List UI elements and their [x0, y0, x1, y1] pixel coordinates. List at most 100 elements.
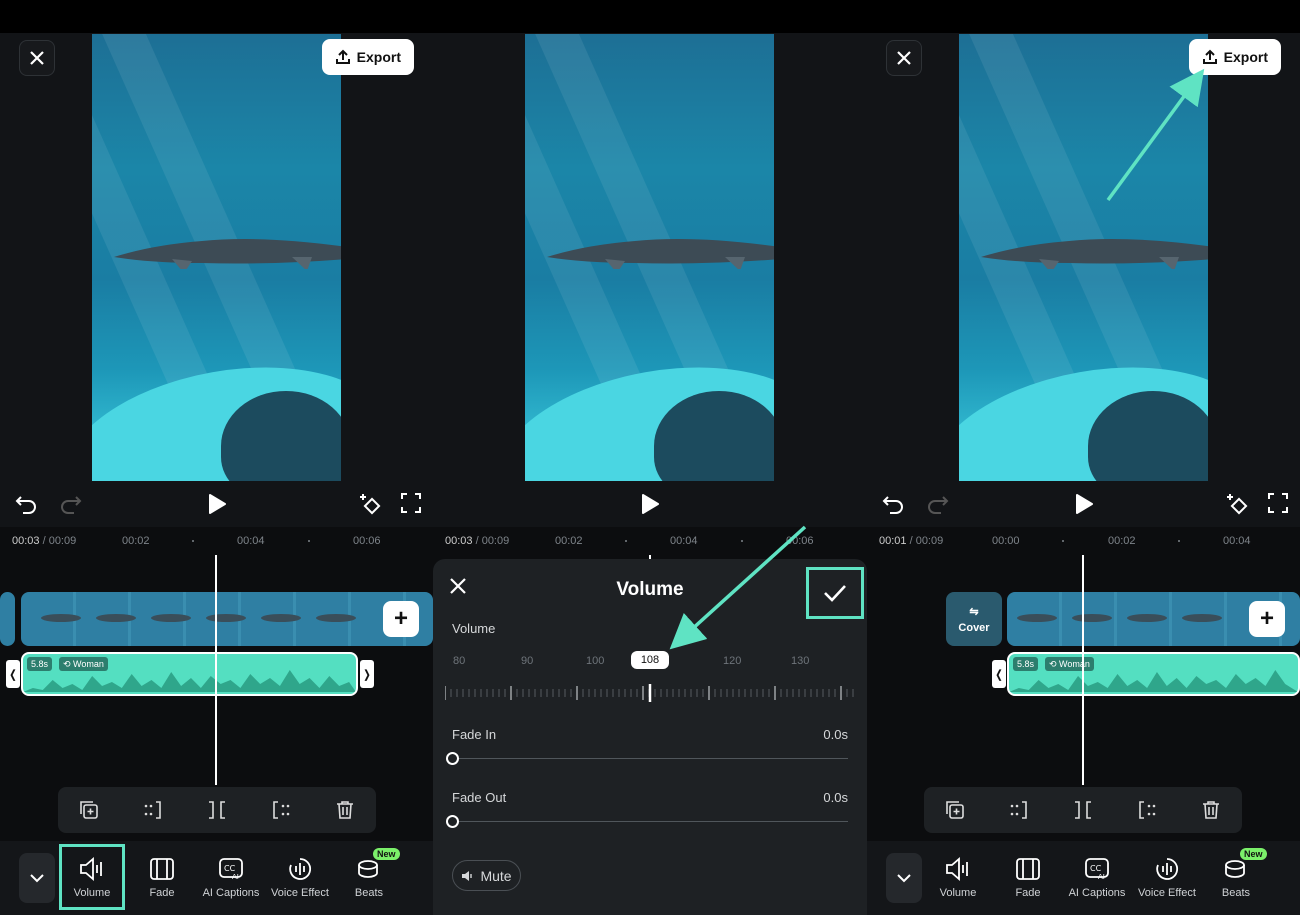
close-button[interactable]	[19, 40, 55, 76]
fade-in-value: 0.0s	[823, 727, 848, 742]
undo-button[interactable]	[15, 494, 37, 514]
audio-clip-selected[interactable]: 5.8s ⟲ Woman	[1007, 652, 1300, 696]
fade-out-label: Fade Out	[452, 790, 507, 805]
fullscreen-button[interactable]	[1268, 493, 1288, 513]
scale-label: 120	[723, 655, 742, 667]
tool-volume[interactable]: Volume	[59, 844, 125, 910]
toolbar: Volume Fade CC AI AI Captions Voice Effec…	[867, 841, 1300, 915]
editor-panel-3: Export 00:01 / 00:09 00:00 00:02 00:04 ⇋…	[867, 33, 1300, 915]
scale-label: 100	[586, 655, 605, 667]
trim-handle-right[interactable]: ❭	[360, 660, 374, 688]
volume-ruler-slider[interactable]	[445, 684, 855, 702]
undo-button[interactable]	[882, 494, 904, 514]
fade-in-knob[interactable]	[446, 752, 459, 765]
tool-voice-effect[interactable]: Voice Effect	[268, 853, 332, 909]
tick-label: 00:02	[1108, 535, 1136, 547]
time-readout: 00:03 / 00:09	[445, 535, 510, 547]
volume-sheet: Volume Volume 80 90 100 120 130 108 Fade…	[433, 559, 867, 915]
tool-voice-effect[interactable]: Voice Effect	[1135, 853, 1199, 909]
redo-icon	[928, 496, 949, 514]
close-icon	[897, 51, 911, 65]
playhead[interactable]	[215, 555, 217, 785]
keyframe-add-icon	[360, 494, 381, 515]
chevron-down-icon	[30, 874, 44, 883]
delete-icon[interactable]	[1201, 800, 1221, 820]
toolbar: Volume Fade CC AI AI Captions Voice Effec…	[0, 841, 433, 915]
export-label: Export	[1223, 49, 1268, 65]
voice-effect-icon	[1156, 858, 1179, 880]
close-icon	[30, 51, 44, 65]
play-button[interactable]	[1074, 493, 1094, 515]
close-button[interactable]	[886, 40, 922, 76]
collapse-toolbar-button[interactable]	[886, 853, 922, 903]
mute-button[interactable]: Mute	[452, 860, 521, 891]
keyframe-button[interactable]	[1226, 493, 1250, 517]
tool-beats[interactable]: Beats	[1204, 853, 1268, 909]
redo-button[interactable]	[927, 494, 949, 514]
video-preview	[92, 34, 341, 481]
export-button[interactable]: Export	[1188, 39, 1281, 75]
confirm-button[interactable]	[806, 567, 864, 619]
duplicate-icon[interactable]	[945, 800, 965, 820]
split-icon[interactable]	[1072, 800, 1094, 820]
audio-clip-selected[interactable]: 5.8s ⟲ Woman	[21, 652, 358, 696]
collapse-toolbar-button[interactable]	[19, 853, 55, 903]
tick-label: 00:04	[670, 535, 698, 547]
split-left-icon[interactable]	[1008, 800, 1030, 820]
keyframe-button[interactable]	[359, 493, 383, 517]
fade-in-slider[interactable]	[452, 758, 848, 759]
video-preview	[525, 34, 774, 481]
volume-icon	[80, 857, 102, 881]
waveform	[23, 670, 356, 692]
redo-icon	[61, 496, 82, 514]
export-button[interactable]: Export	[321, 39, 414, 75]
tick-label: 00:02	[122, 535, 150, 547]
video-clip-prev[interactable]	[0, 592, 15, 646]
split-left-icon[interactable]	[142, 800, 164, 820]
tick-label: 00:02	[555, 535, 583, 547]
fullscreen-icon	[401, 493, 421, 513]
play-button[interactable]	[640, 493, 660, 515]
add-clip-button[interactable]: +	[383, 601, 419, 637]
time-readout: 00:03 / 00:09	[12, 535, 77, 547]
add-clip-button[interactable]: +	[1249, 601, 1285, 637]
duplicate-icon[interactable]	[79, 800, 99, 820]
beats-icon	[358, 860, 378, 878]
new-badge: New	[373, 848, 400, 860]
tool-volume[interactable]: Volume	[926, 853, 990, 909]
trim-handle-left[interactable]: ❬	[992, 660, 1006, 688]
upload-icon	[335, 49, 350, 64]
fade-out-knob[interactable]	[446, 815, 459, 828]
play-button[interactable]	[207, 493, 227, 515]
ai-captions-icon: CCAI	[219, 858, 243, 881]
playhead[interactable]	[1082, 555, 1084, 785]
chevron-down-icon	[897, 874, 911, 883]
tool-fade[interactable]: Fade	[996, 853, 1060, 909]
trim-handle-left[interactable]: ❬	[6, 660, 20, 688]
tick-label: 00:06	[786, 535, 814, 547]
tool-beats[interactable]: Beats	[337, 853, 401, 909]
scale-label: 130	[791, 655, 810, 667]
split-right-icon[interactable]	[270, 800, 292, 820]
tick-label: 00:04	[1223, 535, 1251, 547]
cover-button[interactable]: ⇋ Cover	[946, 592, 1002, 646]
tool-ai-captions[interactable]: CC AI AI Captions	[1065, 853, 1129, 909]
fade-out-slider[interactable]	[452, 821, 848, 822]
play-icon	[1076, 494, 1093, 514]
split-right-icon[interactable]	[1136, 800, 1158, 820]
tool-fade[interactable]: Fade	[130, 853, 194, 909]
timeline[interactable]: 00:03 / 00:09 00:02 00:04 00:06 + ❬ 5.8s…	[0, 527, 433, 847]
clip-edit-bar	[58, 787, 376, 833]
redo-button[interactable]	[60, 494, 82, 514]
upload-icon	[1202, 49, 1217, 64]
editor-panel-1: Export 00:03 / 00:09 00:02 00:04 00:06 +…	[0, 33, 433, 915]
video-clip[interactable]	[21, 592, 433, 646]
tick-label: 00:06	[353, 535, 381, 547]
split-icon[interactable]	[206, 800, 228, 820]
volume-icon	[946, 857, 968, 881]
timeline[interactable]: 00:01 / 00:09 00:00 00:02 00:04 ⇋ Cover …	[867, 527, 1300, 847]
tool-ai-captions[interactable]: CC AI AI Captions	[199, 853, 263, 909]
play-icon	[642, 494, 659, 514]
delete-icon[interactable]	[335, 800, 355, 820]
fullscreen-button[interactable]	[401, 493, 421, 513]
